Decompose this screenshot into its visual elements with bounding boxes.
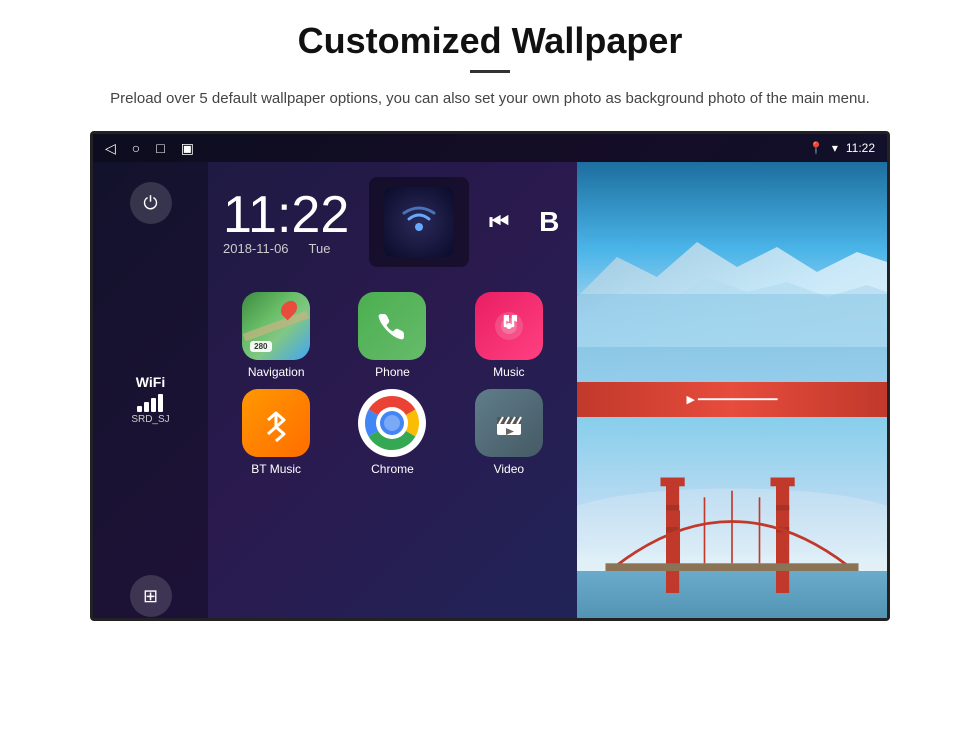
navigation-label: Navigation	[248, 365, 305, 379]
wifi-widget: WiFi SRD_SJ	[131, 374, 169, 425]
wallpaper-top[interactable]	[577, 162, 887, 382]
nav-icons: ◁ ○ □ ▣	[105, 140, 194, 157]
screen-content: ⏻ WiFi SRD_SJ ⊞	[93, 162, 887, 621]
clock-day-value: Tue	[309, 241, 331, 256]
clock-area: 11:22 2018-11-06 Tue	[223, 172, 562, 272]
app-grid: 280 Navigation Phone	[223, 292, 562, 476]
player-bar: ▶ ━━━━━━━━━━━━	[687, 393, 778, 406]
back-icon[interactable]: ◁	[105, 140, 116, 157]
app-item-navigation[interactable]: 280 Navigation	[223, 292, 329, 379]
location-icon: 📍	[809, 141, 824, 155]
apps-button[interactable]: ⊞	[130, 575, 172, 617]
app-item-video[interactable]: Video	[456, 389, 562, 476]
media-controls: ⏮ B	[489, 206, 559, 238]
wifi-icon: ▾	[832, 141, 838, 155]
wallpaper-bottom-svg	[577, 417, 887, 621]
media-letter-b: B	[539, 206, 559, 238]
phone-svg	[372, 306, 412, 346]
clock-date-value: 2018-11-06	[223, 241, 289, 256]
clock-widget: 11:22 2018-11-06 Tue	[223, 189, 349, 256]
left-sidebar: ⏻ WiFi SRD_SJ ⊞	[93, 162, 208, 621]
android-screen: ◁ ○ □ ▣ 📍 ▾ 11:22 ⏻ WiFi	[90, 131, 890, 621]
phone-icon	[358, 292, 426, 360]
nav-road	[243, 311, 310, 342]
carsetting-label: CarSetting	[820, 618, 877, 621]
app-item-phone[interactable]: Phone	[339, 292, 445, 379]
music-icon	[475, 292, 543, 360]
recent-icon[interactable]: □	[156, 140, 164, 156]
app-item-music[interactable]: Music	[456, 292, 562, 379]
screenshot-icon[interactable]: ▣	[181, 140, 194, 157]
clock-time: 11:22	[223, 189, 349, 241]
page-container: Customized Wallpaper Preload over 5 defa…	[0, 0, 980, 749]
phone-label: Phone	[375, 365, 410, 379]
chrome-icon	[358, 389, 426, 457]
wifi-bar-2	[144, 402, 149, 412]
player-bar-label: ▶ ━━━━━━━━━━━━	[687, 393, 778, 406]
video-label: Video	[494, 462, 524, 476]
chrome-svg	[361, 392, 423, 454]
bt-svg	[256, 403, 296, 443]
video-svg	[489, 403, 529, 443]
home-icon[interactable]: ○	[132, 140, 140, 156]
music-label: Music	[493, 365, 524, 379]
clock-date: 2018-11-06 Tue	[223, 241, 349, 256]
wallpaper-bottom[interactable]: CarSetting	[577, 417, 887, 621]
navigation-icon: 280	[242, 292, 310, 360]
wifi-label: WiFi	[131, 374, 169, 390]
chrome-label: Chrome	[371, 462, 414, 476]
app-item-chrome[interactable]: Chrome	[339, 389, 445, 476]
right-panels: ▶ ━━━━━━━━━━━━	[577, 162, 887, 621]
nav-badge: 280	[250, 341, 271, 352]
page-subtitle: Preload over 5 default wallpaper options…	[110, 87, 870, 111]
center-area: 11:22 2018-11-06 Tue	[208, 162, 577, 621]
wifi-bar-4	[158, 394, 163, 412]
status-bar: ◁ ○ □ ▣ 📍 ▾ 11:22	[93, 134, 887, 162]
wifi-bar-3	[151, 398, 156, 412]
prev-track-icon[interactable]: ⏮	[489, 209, 509, 235]
wifi-bars	[131, 394, 169, 412]
music-svg	[489, 306, 529, 346]
bt-music-icon	[242, 389, 310, 457]
page-title: Customized Wallpaper	[298, 20, 683, 62]
radio-icon	[384, 187, 454, 257]
power-button[interactable]: ⏻	[130, 182, 172, 224]
app-item-bt-music[interactable]: BT Music	[223, 389, 329, 476]
radio-signal-svg	[394, 197, 444, 247]
apps-grid-icon: ⊞	[143, 586, 158, 607]
video-icon	[475, 389, 543, 457]
wallpaper-top-svg	[577, 162, 887, 382]
bt-music-label: BT Music	[251, 462, 301, 476]
wifi-bar-1	[137, 406, 142, 412]
wifi-ssid: SRD_SJ	[131, 414, 169, 425]
status-time: 11:22	[846, 141, 875, 155]
title-divider	[470, 70, 510, 73]
radio-icon-container	[369, 177, 469, 267]
status-right: 📍 ▾ 11:22	[809, 141, 875, 155]
power-icon: ⏻	[143, 193, 157, 214]
wallpaper-middle: ▶ ━━━━━━━━━━━━	[577, 382, 887, 417]
